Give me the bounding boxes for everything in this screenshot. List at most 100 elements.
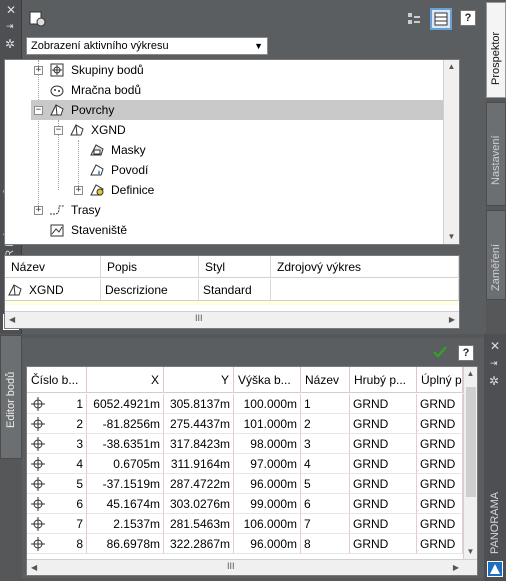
table-row[interactable]: 4 0.6705m 311.9164m 97.000m 4 GRND GRND <box>27 454 463 474</box>
column-header-name[interactable]: Název <box>5 256 101 278</box>
scroll-thumb[interactable] <box>466 387 476 497</box>
tree-item-alignments[interactable]: + Trasy <box>5 200 445 220</box>
collapse-icon[interactable]: − <box>34 106 43 115</box>
tab-survey[interactable]: Zaměření <box>486 210 506 300</box>
cell-raw-description[interactable]: GRND <box>350 534 417 554</box>
cell-name[interactable]: 8 <box>301 534 350 554</box>
cell-name[interactable]: 7 <box>301 514 350 534</box>
scroll-down-icon[interactable]: ▼ <box>464 547 477 557</box>
cell-y[interactable]: 303.0276m <box>164 494 234 514</box>
cell-y[interactable]: 322.2867m <box>164 534 234 554</box>
cell-full-description[interactable]: GRND <box>417 494 463 514</box>
list-item-source-drawing[interactable] <box>271 279 459 301</box>
cell-x[interactable]: 0.6705m <box>87 454 164 474</box>
cell-x[interactable]: 6052.4921m <box>87 394 164 414</box>
point-grid[interactable]: Číslo b... X Y Výška b... Název Hrubý p.… <box>26 366 478 576</box>
panorama-titlebar[interactable]: ✕ ⇥ ✲ PANORAMA <box>484 334 506 581</box>
cell-y[interactable]: 281.5463m <box>164 514 234 534</box>
column-header-source-drawing[interactable]: Zdrojový výkres <box>271 256 459 278</box>
tree-item-point-groups[interactable]: + Skupiny bodů <box>5 60 445 80</box>
cell-name[interactable]: 2 <box>301 414 350 434</box>
column-header-x[interactable]: X <box>87 367 164 393</box>
scroll-right-icon[interactable]: ▶ <box>453 563 459 572</box>
cell-y[interactable]: 275.4437m <box>164 414 234 434</box>
cell-name[interactable]: 1 <box>301 394 350 414</box>
cell-elevation[interactable]: 96.000m <box>234 534 301 554</box>
table-row[interactable]: 5 -37.1519m 287.4722m 96.000m 5 GRND GRND <box>27 474 463 494</box>
table-row[interactable]: 3 -38.6351m 317.8423m 98.000m 3 GRND GRND <box>27 434 463 454</box>
tab-settings[interactable]: Nastavení <box>486 102 506 206</box>
column-header-y[interactable]: Y <box>164 367 234 393</box>
column-header-style[interactable]: Styl <box>199 256 271 278</box>
column-header-name[interactable]: Název <box>301 367 350 393</box>
properties-icon[interactable]: ✲ <box>489 374 499 388</box>
tab-prospector[interactable]: Prospektor <box>486 2 506 98</box>
cell-raw-description[interactable]: GRND <box>350 434 417 454</box>
list-item-description[interactable]: Descrizione <box>101 279 199 301</box>
table-row[interactable]: 7 2.1537m 281.5463m 106.000m 7 GRND GRND <box>27 514 463 534</box>
cell-elevation[interactable]: 98.000m <box>234 434 301 454</box>
cell-name[interactable]: 4 <box>301 454 350 474</box>
cell-elevation[interactable]: 99.000m <box>234 494 301 514</box>
cell-name[interactable]: 3 <box>301 434 350 454</box>
help-button[interactable]: ? <box>458 345 474 361</box>
cell-y[interactable]: 287.4722m <box>164 474 234 494</box>
tree-item-point-clouds[interactable]: Mračna bodů <box>5 80 445 100</box>
cell-full-description[interactable]: GRND <box>417 514 463 534</box>
expand-icon[interactable]: + <box>34 206 43 215</box>
cell-elevation[interactable]: 106.000m <box>234 514 301 534</box>
cell-x[interactable]: -37.1519m <box>87 474 164 494</box>
cell-name[interactable]: 5 <box>301 474 350 494</box>
tree-item-watersheds[interactable]: Povodí <box>5 160 445 180</box>
scroll-right-icon[interactable]: ▶ <box>449 315 455 324</box>
cell-full-description[interactable]: GRND <box>417 454 463 474</box>
cell-elevation[interactable]: 96.000m <box>234 474 301 494</box>
expand-icon[interactable]: + <box>34 66 43 75</box>
item-view-icon[interactable] <box>405 9 423 27</box>
cell-raw-description[interactable]: GRND <box>350 474 417 494</box>
scroll-thumb[interactable]: III <box>195 313 203 323</box>
cell-x[interactable]: -81.8256m <box>87 414 164 434</box>
close-icon[interactable]: ✕ <box>6 4 16 16</box>
table-row[interactable]: 6 45.1674m 303.0276m 99.000m 6 GRND GRND <box>27 494 463 514</box>
expand-icon[interactable]: + <box>74 186 83 195</box>
cell-raw-description[interactable]: GRND <box>350 454 417 474</box>
cell-x[interactable]: 45.1674m <box>87 494 164 514</box>
cell-full-description[interactable]: GRND <box>417 414 463 434</box>
help-button[interactable]: ? <box>460 10 476 26</box>
cell-x[interactable]: -38.6351m <box>87 434 164 454</box>
auto-hide-icon[interactable]: ⇥ <box>6 22 14 31</box>
cell-y[interactable]: 305.8137m <box>164 394 234 414</box>
collapse-icon[interactable]: − <box>54 126 63 135</box>
table-row[interactable]: 8 86.6978m 322.2867m 96.000m 8 GRND GRND <box>27 534 463 554</box>
cell-raw-description[interactable]: GRND <box>350 414 417 434</box>
scroll-thumb[interactable]: III <box>227 561 235 571</box>
scroll-down-icon[interactable]: ▼ <box>444 232 459 242</box>
cell-name[interactable]: 6 <box>301 494 350 514</box>
grid-horizontal-scrollbar[interactable]: ◀ III ▶ <box>27 559 477 575</box>
scroll-left-icon[interactable]: ◀ <box>31 563 37 572</box>
cell-y[interactable]: 311.9164m <box>164 454 234 474</box>
column-header-description[interactable]: Popis <box>101 256 199 278</box>
cell-full-description[interactable]: GRND <box>417 534 463 554</box>
tab-point-editor[interactable]: Editor bodů <box>0 335 22 459</box>
cell-full-description[interactable]: GRND <box>417 394 463 414</box>
cell-y[interactable]: 317.8423m <box>164 434 234 454</box>
table-row[interactable]: 2 -81.8256m 275.4437m 101.000m 2 GRND GRND <box>27 414 463 434</box>
cell-x[interactable]: 2.1537m <box>87 514 164 534</box>
accept-check-icon[interactable] <box>432 344 448 360</box>
tree-item-xgnd[interactable]: − XGND <box>5 120 445 140</box>
list-horizontal-scrollbar[interactable]: ◀ III ▶ <box>5 311 459 328</box>
cell-elevation[interactable]: 101.000m <box>234 414 301 434</box>
prospector-tree[interactable]: + Skupiny bodů Mračna bodů − Povrchy − X… <box>4 59 460 245</box>
refresh-drawing-icon[interactable] <box>28 9 46 27</box>
scroll-left-icon[interactable]: ◀ <box>9 315 15 324</box>
grid-vertical-scrollbar[interactable]: ▲ ▼ <box>463 367 477 559</box>
tree-item-surfaces[interactable]: − Povrchy <box>31 100 443 120</box>
cell-raw-description[interactable]: GRND <box>350 394 417 414</box>
tree-vertical-scrollbar[interactable]: ▲ ▼ <box>443 60 459 244</box>
tree-item-masks[interactable]: Masky <box>5 140 445 160</box>
cell-full-description[interactable]: GRND <box>417 434 463 454</box>
item-list[interactable]: Název Popis Styl Zdrojový výkres XGND De… <box>4 255 460 329</box>
list-view-toggle-icon[interactable] <box>430 8 452 30</box>
